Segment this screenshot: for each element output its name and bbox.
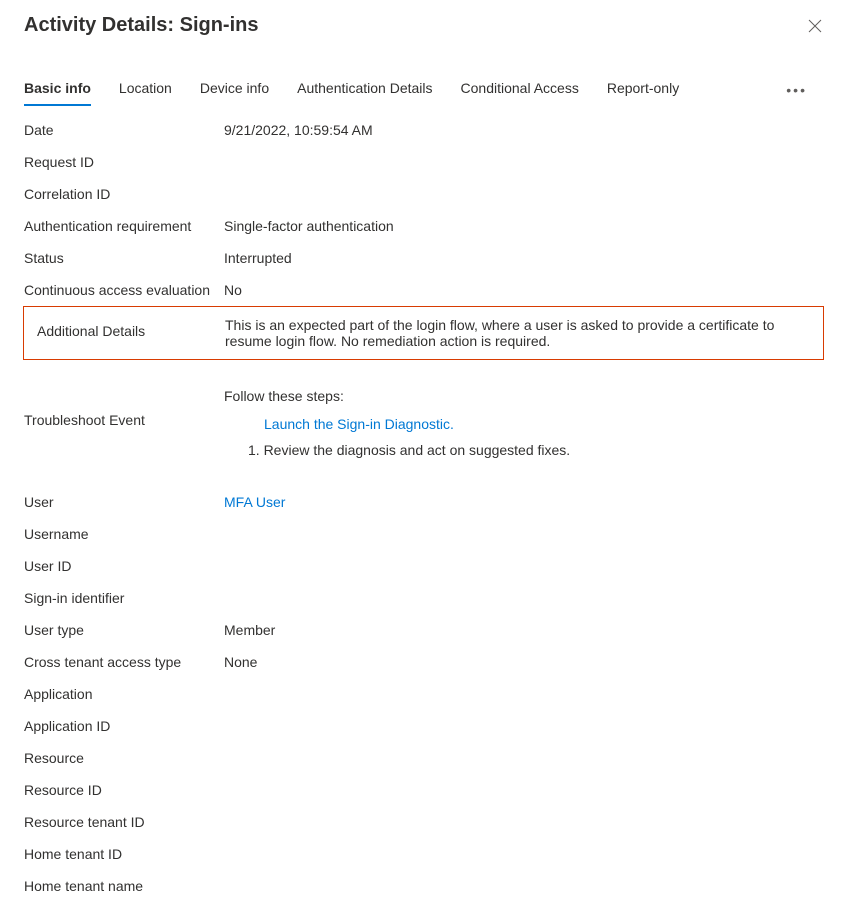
row-user-id: User ID [24, 550, 823, 582]
label-date: Date [24, 122, 224, 138]
row-troubleshoot: Troubleshoot Event Follow these steps: L… [24, 380, 823, 466]
label-user-type: User type [24, 622, 224, 638]
spacer [24, 466, 823, 486]
label-home-tenant-id: Home tenant ID [24, 846, 224, 862]
label-request-id: Request ID [24, 154, 224, 170]
troubleshoot-intro: Follow these steps: [224, 388, 823, 404]
label-cross-tenant: Cross tenant access type [24, 654, 224, 670]
user-link[interactable]: MFA User [224, 494, 285, 510]
tab-conditional-access[interactable]: Conditional Access [461, 74, 579, 106]
label-username: Username [24, 526, 224, 542]
row-auth-requirement: Authentication requirement Single-factor… [24, 210, 823, 242]
troubleshoot-block: Follow these steps: Launch the Sign-in D… [224, 388, 823, 458]
row-user-type: User type Member [24, 614, 823, 646]
row-home-tenant-name: Home tenant name [24, 870, 823, 902]
row-username: Username [24, 518, 823, 550]
activity-details-panel: Activity Details: Sign-ins Basic info Lo… [0, 0, 847, 909]
troubleshoot-step-1: 1. Review the diagnosis and act on sugge… [248, 442, 823, 458]
tabs-more-button[interactable]: ••• [782, 82, 811, 98]
value-auth-requirement: Single-factor authentication [224, 218, 823, 234]
row-signin-identifier: Sign-in identifier [24, 582, 823, 614]
tab-device-info[interactable]: Device info [200, 74, 269, 106]
row-client-app: Client app [24, 902, 823, 909]
value-status: Interrupted [224, 250, 823, 266]
row-cae: Continuous access evaluation No [24, 274, 823, 306]
close-icon [808, 19, 822, 33]
row-cross-tenant: Cross tenant access type None [24, 646, 823, 678]
panel-header: Activity Details: Sign-ins [0, 0, 847, 45]
tab-report-only[interactable]: Report-only [607, 74, 679, 106]
close-button[interactable] [807, 18, 823, 34]
label-correlation-id: Correlation ID [24, 186, 224, 202]
label-troubleshoot: Troubleshoot Event [24, 388, 224, 428]
highlight-additional-details: Additional Details This is an expected p… [23, 306, 824, 360]
label-signin-identifier: Sign-in identifier [24, 590, 224, 606]
label-application: Application [24, 686, 224, 702]
row-user: User MFA User [24, 486, 823, 518]
tab-bar: Basic info Location Device info Authenti… [0, 74, 847, 106]
label-resource: Resource [24, 750, 224, 766]
row-resource: Resource [24, 742, 823, 774]
label-application-id: Application ID [24, 718, 224, 734]
row-date: Date 9/21/2022, 10:59:54 AM [24, 114, 823, 146]
tab-authentication-details[interactable]: Authentication Details [297, 74, 432, 106]
row-additional-details: Additional Details This is an expected p… [25, 307, 822, 359]
label-status: Status [24, 250, 224, 266]
label-auth-requirement: Authentication requirement [24, 218, 224, 234]
label-resource-tenant-id: Resource tenant ID [24, 814, 224, 830]
tab-location[interactable]: Location [119, 74, 172, 106]
row-resource-id: Resource ID [24, 774, 823, 806]
row-correlation-id: Correlation ID [24, 178, 823, 210]
ellipsis-icon: ••• [786, 82, 807, 98]
value-cross-tenant: None [224, 654, 823, 670]
label-user: User [24, 494, 224, 510]
row-application: Application [24, 678, 823, 710]
value-date: 9/21/2022, 10:59:54 AM [224, 122, 823, 138]
row-application-id: Application ID [24, 710, 823, 742]
spacer [24, 360, 823, 380]
value-cae: No [224, 282, 823, 298]
label-home-tenant-name: Home tenant name [24, 878, 224, 894]
row-home-tenant-id: Home tenant ID [24, 838, 823, 870]
launch-diagnostic-link[interactable]: Launch the Sign-in Diagnostic. [264, 416, 823, 432]
page-title: Activity Details: Sign-ins [24, 14, 259, 37]
label-additional-details: Additional Details [37, 317, 225, 339]
row-request-id: Request ID [24, 146, 823, 178]
value-additional-details: This is an expected part of the login fl… [225, 317, 810, 349]
label-cae: Continuous access evaluation [24, 282, 224, 298]
tab-basic-info[interactable]: Basic info [24, 74, 91, 106]
value-user-type: Member [224, 622, 823, 638]
label-resource-id: Resource ID [24, 782, 224, 798]
row-resource-tenant-id: Resource tenant ID [24, 806, 823, 838]
label-user-id: User ID [24, 558, 224, 574]
row-status: Status Interrupted [24, 242, 823, 274]
content-scroll[interactable]: Basic info Location Device info Authenti… [0, 60, 847, 909]
details-section: Date 9/21/2022, 10:59:54 AM Request ID C… [0, 106, 847, 909]
